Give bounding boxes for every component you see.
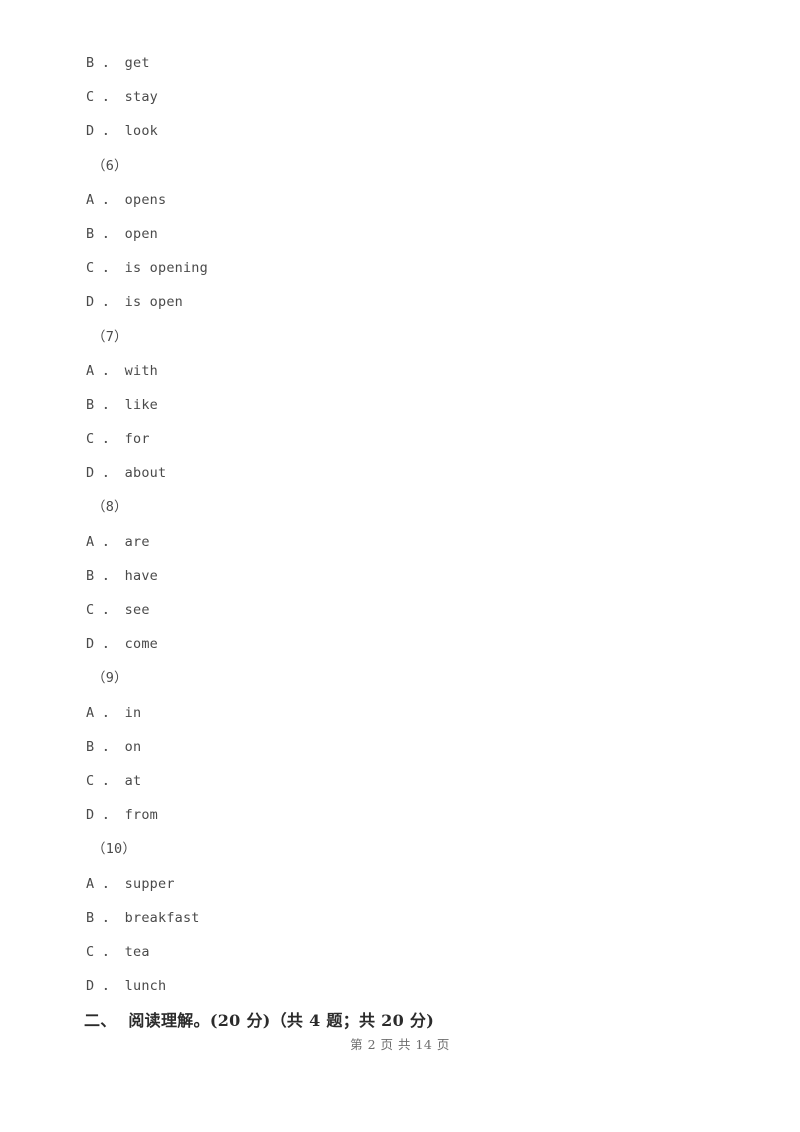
question-options-list: B ． get C ． stay D ． look （6） A ． opens … xyxy=(86,46,746,1003)
option-line: B ． breakfast xyxy=(86,909,200,926)
option-line: D ． look xyxy=(86,123,158,140)
question-number: （8） xyxy=(92,499,128,516)
option-line: D ． come xyxy=(86,636,158,653)
question-number: （9） xyxy=(92,670,128,687)
option-line: C ． is opening xyxy=(86,260,208,277)
option-line: A ． are xyxy=(86,533,150,550)
question-number: （7） xyxy=(92,328,128,345)
option-line: B ． have xyxy=(86,567,158,584)
page-footer: 第 2 页 共 14 页 xyxy=(350,1037,450,1052)
option-line: C ． see xyxy=(86,602,150,618)
option-line: C ． stay xyxy=(86,89,158,106)
section-heading: 二、 阅读理解。(20 分)（共 4 题；共 20 分) xyxy=(84,1011,435,1030)
option-line: A ． in xyxy=(86,704,142,721)
option-line: B ． open xyxy=(86,225,158,242)
option-line: D ． is open xyxy=(86,294,183,311)
option-line: B ． like xyxy=(86,396,158,413)
option-line: B ． get xyxy=(86,55,150,71)
document-page: B ． get C ． stay D ． look （6） A ． opens … xyxy=(0,0,800,1132)
option-line: A ． with xyxy=(86,362,158,379)
question-number: （10） xyxy=(92,841,137,858)
option-line: C ． tea xyxy=(86,943,150,960)
option-line: D ． from xyxy=(86,807,158,824)
option-line: B ． on xyxy=(86,738,142,755)
option-line: D ． lunch xyxy=(86,978,167,995)
option-line: A ． opens xyxy=(86,191,167,208)
option-line: C ． for xyxy=(86,431,150,448)
question-number: （6） xyxy=(92,157,128,174)
option-line: D ． about xyxy=(86,465,167,482)
option-line: C ． at xyxy=(86,772,142,789)
option-line: A ． supper xyxy=(86,875,175,892)
